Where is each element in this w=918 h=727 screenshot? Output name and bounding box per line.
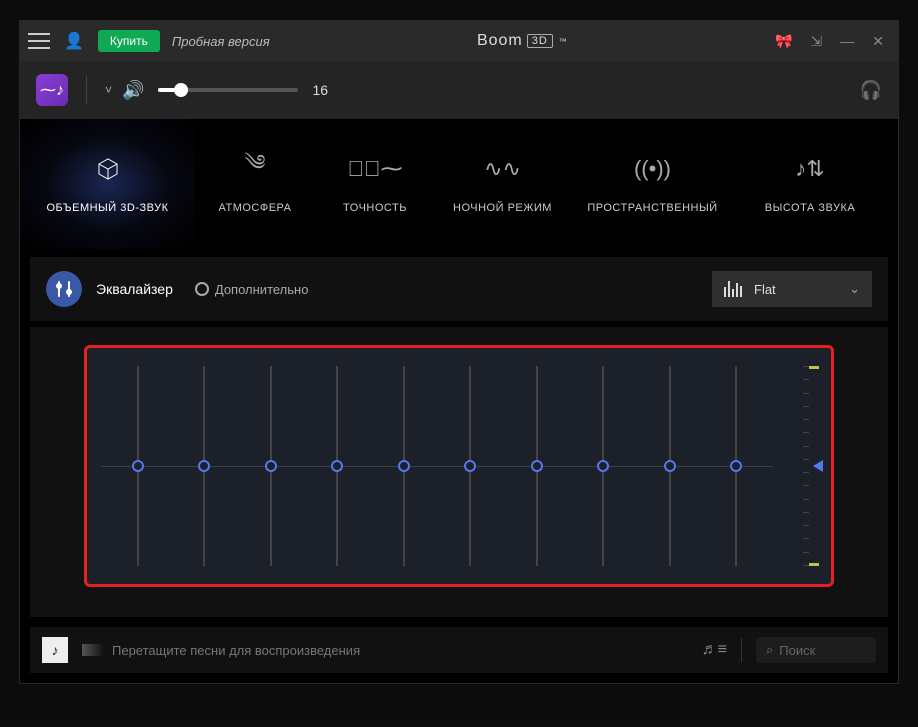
eq-band-10[interactable] [735, 366, 737, 566]
advanced-toggle[interactable]: Дополнительно [195, 282, 309, 297]
volume-value: 16 [312, 82, 328, 98]
divider [86, 76, 87, 104]
mode-fidelity[interactable]: ⁓ৗ⁓ ТОЧНОСТЬ [315, 119, 435, 249]
search-icon: ⌕ [766, 642, 773, 658]
chevron-down-icon: ⌄ [849, 281, 860, 297]
eq-highlight-box [84, 345, 834, 587]
eq-bars-icon [724, 281, 742, 297]
eq-toggle-button[interactable] [46, 271, 82, 307]
radio-off-icon [195, 282, 209, 296]
album-art-placeholder[interactable]: ♪ [42, 637, 68, 663]
divider [741, 638, 742, 662]
mode-ambience[interactable]: ༄ АТМОСФЕРА [195, 119, 315, 249]
eq-thumb[interactable] [664, 460, 676, 472]
eq-band-8[interactable] [602, 366, 604, 566]
mode-spatial[interactable]: ((•)) ПРОСТРАНСТВЕННЫЙ [570, 119, 735, 249]
search-placeholder: Поиск [779, 643, 815, 658]
volume-bar: ⁓♪ ˅ 🔊 16 🎧 [20, 61, 898, 119]
spread-icon: ((•)) [634, 154, 671, 184]
trial-label: Пробная версия [172, 34, 270, 49]
eq-band-7[interactable] [536, 366, 538, 566]
gift-icon[interactable]: 🎀 [775, 33, 792, 50]
source-dropdown-icon[interactable]: ˅ [105, 83, 112, 97]
minimize-icon[interactable]: — [840, 33, 854, 49]
app-title: Boom 3D ™ [270, 32, 775, 50]
eq-thumb[interactable] [265, 460, 277, 472]
buy-button[interactable]: Купить [98, 30, 160, 52]
eq-thumb[interactable] [531, 460, 543, 472]
restore-icon[interactable]: ⇲ [811, 33, 823, 50]
eq-band-6[interactable] [469, 366, 471, 566]
trademark: ™ [559, 37, 568, 46]
mode-3d-sound[interactable]: ОБЪЕМНЫЙ 3D-ЗВУК [20, 119, 195, 249]
pitch-icon: ♪⇅ [795, 154, 824, 184]
eq-thumb[interactable] [198, 460, 210, 472]
headphones-icon[interactable]: 🎧 [860, 80, 882, 101]
mode-label: ОБЪЕМНЫЙ 3D-ЗВУК [47, 202, 169, 214]
playlist-icon[interactable]: ♬≡ [702, 641, 727, 659]
volume-thumb[interactable] [174, 83, 188, 97]
mode-label: ПРОСТРАНСТВЕННЫЙ [587, 202, 717, 214]
close-icon[interactable]: ✕ [872, 33, 884, 50]
search-input[interactable]: ⌕ Поиск [756, 637, 876, 663]
eq-sliders [101, 366, 773, 566]
eq-band-2[interactable] [203, 366, 205, 566]
mode-night[interactable]: ∿∿ НОЧНОЙ РЕЖИМ [435, 119, 570, 249]
eq-area [30, 327, 888, 617]
mode-label: НОЧНОЙ РЕЖИМ [453, 202, 552, 214]
eq-header: Эквалайзер Дополнительно Flat ⌄ [30, 257, 888, 321]
mode-label: ВЫСОТА ЗВУКА [765, 202, 855, 214]
volume-slider[interactable] [158, 88, 298, 92]
mode-tabs: ОБЪЕМНЫЙ 3D-ЗВУК ༄ АТМОСФЕРА ⁓ৗ⁓ ТОЧНОСТ… [20, 119, 898, 249]
player-bar: ♪ Перетащите песни для воспроизведения ♬… [30, 627, 888, 673]
night-icon: ∿∿ [484, 154, 521, 184]
meter-top-mark [809, 366, 819, 369]
mode-label: ТОЧНОСТЬ [343, 202, 407, 214]
eq-label: Эквалайзер [96, 281, 173, 297]
eq-band-9[interactable] [669, 366, 671, 566]
meter-pointer-icon[interactable] [813, 460, 823, 472]
eq-thumb[interactable] [132, 460, 144, 472]
meter-bottom-mark [809, 563, 819, 566]
eq-thumb[interactable] [597, 460, 609, 472]
eq-thumb[interactable] [730, 460, 742, 472]
cube-icon [93, 154, 123, 184]
meter-ticks [803, 366, 809, 566]
mode-label: АТМОСФЕРА [219, 202, 292, 214]
eq-band-5[interactable] [403, 366, 405, 566]
app-logo[interactable]: ⁓♪ [36, 74, 68, 106]
menu-button[interactable] [28, 30, 50, 52]
app-badge: 3D [527, 34, 553, 48]
preset-dropdown[interactable]: Flat ⌄ [712, 271, 872, 307]
level-meter [795, 366, 817, 566]
titlebar: 👤 Купить Пробная версия Boom 3D ™ 🎀 ⇲ — … [20, 21, 898, 61]
eq-thumb[interactable] [464, 460, 476, 472]
eq-band-1[interactable] [137, 366, 139, 566]
pulse-icon: ⁓ৗ⁓ [348, 154, 403, 184]
volume-icon[interactable]: 🔊 [122, 80, 144, 101]
advanced-label: Дополнительно [215, 282, 309, 297]
user-icon[interactable]: 👤 [64, 31, 84, 51]
eq-thumb[interactable] [398, 460, 410, 472]
mode-pitch[interactable]: ♪⇅ ВЫСОТА ЗВУКА [735, 119, 885, 249]
eq-thumb[interactable] [331, 460, 343, 472]
waves-icon: ༄ [244, 154, 265, 184]
app-window: 👤 Купить Пробная версия Boom 3D ™ 🎀 ⇲ — … [19, 20, 899, 684]
app-name: Boom [477, 32, 523, 50]
window-controls: 🎀 ⇲ — ✕ [775, 33, 884, 50]
eq-band-3[interactable] [270, 366, 272, 566]
preset-name: Flat [754, 282, 837, 297]
drop-zone-label[interactable]: Перетащите песни для воспроизведения [82, 643, 360, 658]
eq-band-4[interactable] [336, 366, 338, 566]
